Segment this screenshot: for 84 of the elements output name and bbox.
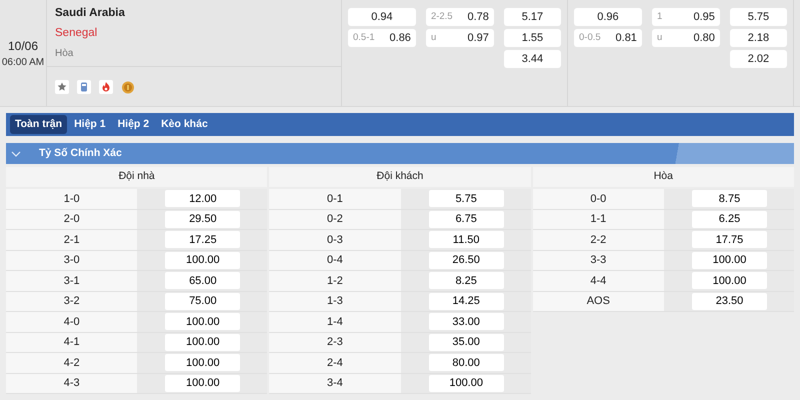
odds-button[interactable]: 100.00 xyxy=(165,334,240,351)
odds-button[interactable]: 17.75 xyxy=(692,231,767,248)
odds-button[interactable]: 11.50 xyxy=(428,231,504,248)
odds-button[interactable]: 26.50 xyxy=(428,252,504,269)
odds-button[interactable]: 29.50 xyxy=(165,210,240,228)
odds-button[interactable]: 3.44 xyxy=(504,50,561,68)
score-label: 4-2 xyxy=(6,353,138,372)
odds-button[interactable]: 75.00 xyxy=(165,292,240,310)
odds-button[interactable]: 100.00 xyxy=(428,374,504,392)
odds-button[interactable]: 0.5-1 0.86 xyxy=(348,29,416,47)
score-label: 3-4 xyxy=(269,374,401,393)
match-date: 10/06 xyxy=(8,38,38,54)
score-label: 0-1 xyxy=(269,189,401,208)
odds-button[interactable]: 1 0.95 xyxy=(652,8,720,26)
odds-button[interactable]: 23.50 xyxy=(692,292,767,310)
score-label: 4-4 xyxy=(532,271,664,290)
fire-icon[interactable] xyxy=(99,80,113,94)
score-label: 2-0 xyxy=(6,210,138,229)
tab[interactable]: Hiệp 1 xyxy=(69,114,111,134)
score-label: 2-3 xyxy=(269,332,401,352)
column-header: Đội nhà xyxy=(6,167,268,187)
odds-button[interactable]: 100.00 xyxy=(165,374,240,392)
score-label: 3-2 xyxy=(6,292,138,311)
odds-button[interactable]: 33.00 xyxy=(428,313,504,330)
odds-button[interactable]: 12.00 xyxy=(165,190,240,208)
odds-button[interactable]: 5.75 xyxy=(730,8,787,26)
odds-button[interactable]: 0.96 xyxy=(574,8,642,26)
odds-button[interactable]: 6.75 xyxy=(428,210,504,228)
odds-button[interactable]: 65.00 xyxy=(165,272,240,290)
score-label: 1-3 xyxy=(269,292,401,311)
tab[interactable]: Kèo khác xyxy=(156,114,213,134)
odds-button[interactable]: 35.00 xyxy=(428,334,504,351)
score-label: 1-2 xyxy=(269,271,401,290)
odds-button[interactable]: 2-2.5 0.78 xyxy=(426,8,494,26)
odds-button[interactable]: u 0.97 xyxy=(426,29,494,47)
odds-button[interactable]: 6.25 xyxy=(692,210,767,228)
score-label: 2-1 xyxy=(6,230,138,250)
odds-button[interactable]: 5.17 xyxy=(504,8,561,26)
odds-button[interactable]: 8.25 xyxy=(428,272,504,290)
score-label: 2-2 xyxy=(532,230,664,250)
column-header: Hòa xyxy=(532,167,794,187)
tab[interactable]: Hiệp 2 xyxy=(112,114,154,134)
score-label: AOS xyxy=(532,292,664,311)
score-label: 0-2 xyxy=(269,210,401,229)
odds-button[interactable]: 14.25 xyxy=(428,292,504,310)
score-label: 0-3 xyxy=(269,230,401,250)
home-team: Saudi Arabia xyxy=(55,6,126,21)
score-label: 4-1 xyxy=(6,332,138,352)
score-label: 0-0 xyxy=(532,189,664,208)
score-label: 3-1 xyxy=(6,271,138,290)
score-label: 1-1 xyxy=(532,210,664,229)
odds-button[interactable]: 100.00 xyxy=(165,354,240,372)
score-label: 2-4 xyxy=(269,353,401,372)
odds-button[interactable]: 5.75 xyxy=(428,190,504,208)
calculator-icon[interactable] xyxy=(77,80,91,94)
score-label: 1-4 xyxy=(269,312,401,332)
odds-button[interactable]: 100.00 xyxy=(165,313,240,330)
odds-button[interactable]: 2.02 xyxy=(730,50,787,68)
match-time: 06:00 AM xyxy=(2,56,44,70)
score-label: 1-0 xyxy=(6,189,138,208)
odds-button[interactable]: 0.94 xyxy=(348,8,416,26)
odds-button[interactable]: 100.00 xyxy=(165,252,240,269)
score-label: 4-3 xyxy=(6,374,138,393)
section-title: Tỷ Số Chính Xác xyxy=(39,146,122,161)
away-team: Senegal xyxy=(55,26,98,42)
star-icon[interactable] xyxy=(55,80,69,94)
odds-button[interactable]: u 0.80 xyxy=(652,29,720,47)
draw-label: Hòa xyxy=(55,46,74,60)
odds-button[interactable]: 100.00 xyxy=(692,252,767,269)
odds-button[interactable]: 17.25 xyxy=(165,231,240,248)
score-label: 3-3 xyxy=(532,250,664,270)
coin-icon[interactable] xyxy=(121,80,135,94)
score-label: 4-0 xyxy=(6,312,138,332)
odds-button[interactable]: 8.75 xyxy=(692,190,767,208)
tab[interactable]: Toàn trận xyxy=(10,114,68,134)
score-label: 3-0 xyxy=(6,250,138,270)
odds-button[interactable]: 2.18 xyxy=(730,29,787,47)
score-label: 0-4 xyxy=(269,250,401,270)
chevron-icon[interactable] xyxy=(11,150,21,158)
odds-button[interactable]: 1.55 xyxy=(504,29,561,47)
odds-button[interactable]: 0-0.5 0.81 xyxy=(574,29,642,47)
odds-button[interactable]: 80.00 xyxy=(428,354,504,372)
odds-button[interactable]: 100.00 xyxy=(692,272,767,290)
column-header: Đội khách xyxy=(269,167,531,187)
